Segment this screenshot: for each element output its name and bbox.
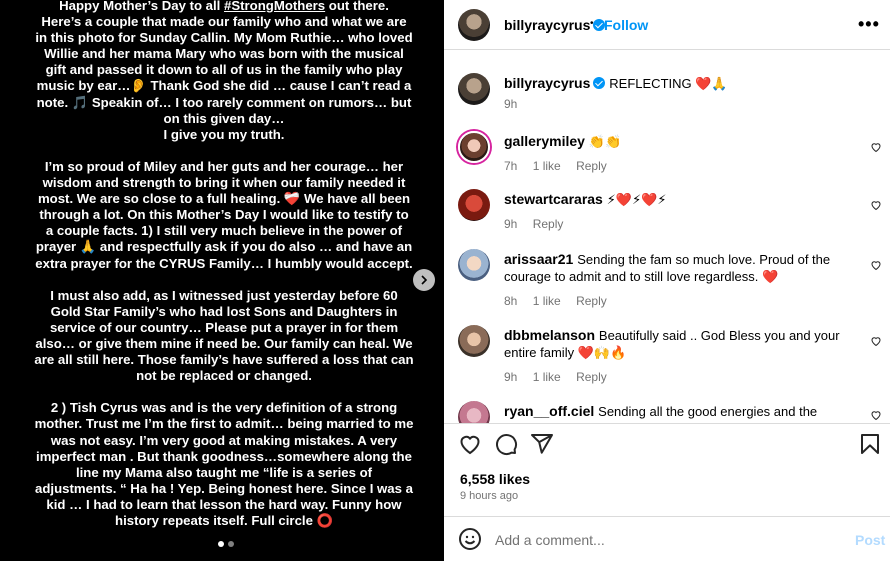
comment-avatar[interactable] <box>458 131 490 163</box>
comment-avatar[interactable] <box>458 249 490 281</box>
heart-icon[interactable] <box>870 141 882 153</box>
comment-icon[interactable] <box>494 432 518 456</box>
author-avatar[interactable] <box>458 9 490 41</box>
comment-body: stewartcararas ⚡❤️⚡❤️⚡ 9h Reply <box>504 191 846 232</box>
heart-icon[interactable] <box>870 259 882 271</box>
carousel-dots <box>218 541 234 547</box>
caption-meta: 9h <box>504 96 846 112</box>
comment-meta: 9h Reply <box>504 216 846 232</box>
comment-meta: 8h 1 like Reply <box>504 293 846 309</box>
caption-username[interactable]: billyraycyrus <box>504 75 590 91</box>
more-options-icon[interactable]: ••• <box>858 14 880 35</box>
comment-text: ⚡❤️⚡❤️⚡ <box>606 192 667 207</box>
post-actions: 6,558 likes 9 hours ago <box>444 423 890 523</box>
reply-button[interactable]: Reply <box>576 370 607 384</box>
hashtag-link[interactable]: #StrongMothers <box>224 0 325 13</box>
caption-time: 9h <box>504 97 518 111</box>
comment-username[interactable]: gallerymiley <box>504 133 585 149</box>
caption-text: REFLECTING ❤️🙏 <box>609 76 728 91</box>
comment-body: arissaar21 Sending the fam so much love.… <box>504 251 846 309</box>
next-image-button[interactable] <box>413 269 435 291</box>
comment-meta: 9h 1 like Reply <box>504 369 846 385</box>
comment-username[interactable]: arissaar21 <box>504 251 573 267</box>
share-icon[interactable] <box>530 432 554 456</box>
comment-time: 7h <box>504 159 518 173</box>
comment-username[interactable]: ryan__off.ciel <box>504 403 594 419</box>
add-comment-bar: Add a comment... Post <box>444 516 890 561</box>
emoji-icon[interactable] <box>458 527 482 551</box>
author-username-text[interactable]: billyraycyrus <box>504 17 590 33</box>
chevron-right-icon <box>421 275 428 285</box>
comment-input[interactable]: Add a comment... <box>495 532 605 548</box>
comment-body: dbbmelanson Beautifully said .. God Bles… <box>504 327 846 385</box>
post-media: Happy Mother’s Day to all #StrongMothers… <box>0 0 444 561</box>
comment-likes[interactable]: 1 like <box>533 294 561 308</box>
comment-username[interactable]: stewartcararas <box>504 191 603 207</box>
verified-icon <box>593 77 606 89</box>
comment-likes[interactable]: 1 like <box>533 370 561 384</box>
comments-list[interactable]: billyraycyrus REFLECTING ❤️🙏 9h gallerym… <box>444 51 890 423</box>
post-header: billyraycyrus • Follow ••• <box>444 0 890 50</box>
likes-count[interactable]: 6,558 likes <box>460 471 530 487</box>
comment-text: 👏👏 <box>588 134 622 149</box>
post-comment-button[interactable]: Post <box>855 532 885 548</box>
comment-meta: 7h 1 like Reply <box>504 158 846 174</box>
post-panel: billyraycyrus • Follow ••• billyraycyrus… <box>444 0 890 561</box>
comment-avatar[interactable] <box>458 189 490 221</box>
comment-time: 9h <box>504 217 518 231</box>
caption-body: billyraycyrus REFLECTING ❤️🙏 9h <box>504 75 846 112</box>
comment-body: gallerymiley 👏👏 7h 1 like Reply <box>504 133 846 174</box>
heart-icon[interactable] <box>870 199 882 211</box>
reply-button[interactable]: Reply <box>533 217 564 231</box>
reply-button[interactable]: Reply <box>576 159 607 173</box>
comment-body: ryan__off.ciel Sending all the good ener… <box>504 403 846 423</box>
comment-username[interactable]: dbbmelanson <box>504 327 595 343</box>
heart-icon[interactable] <box>870 409 882 421</box>
bookmark-icon[interactable] <box>858 432 882 456</box>
follow-button[interactable]: Follow <box>604 17 648 33</box>
carousel-dot <box>228 541 234 547</box>
story-text: Happy Mother’s Day to all #StrongMothers… <box>34 0 414 528</box>
carousel-dot-active <box>218 541 224 547</box>
post-time: 9 hours ago <box>460 490 519 502</box>
caption-avatar[interactable] <box>458 73 490 105</box>
comment-time: 9h <box>504 370 518 384</box>
comment-time: 8h <box>504 294 518 308</box>
comment-avatar[interactable] <box>458 401 490 423</box>
comment-avatar[interactable] <box>458 325 490 357</box>
header-separator: • <box>590 18 594 29</box>
comment-likes[interactable]: 1 like <box>533 159 561 173</box>
heart-icon[interactable] <box>458 432 482 456</box>
heart-icon[interactable] <box>870 335 882 347</box>
reply-button[interactable]: Reply <box>576 294 607 308</box>
